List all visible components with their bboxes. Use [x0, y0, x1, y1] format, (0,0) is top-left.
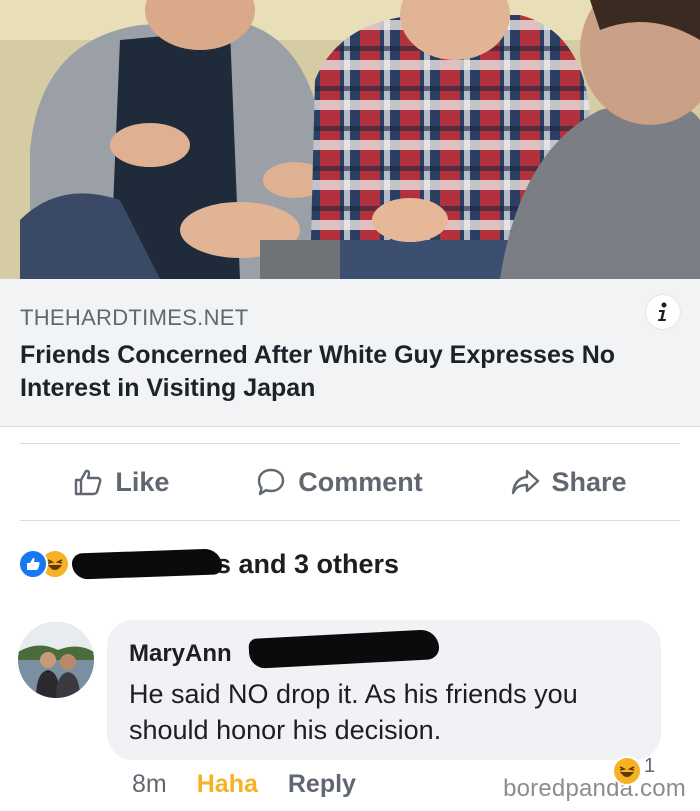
- like-reaction-icon: [18, 549, 48, 579]
- share-button[interactable]: Share: [510, 467, 627, 498]
- like-button[interactable]: Like: [73, 467, 169, 498]
- comment-meta: 8m Haha Reply: [132, 770, 356, 799]
- comment-author-name[interactable]: MaryAnn: [129, 640, 232, 667]
- comment-reply-button[interactable]: Reply: [288, 770, 356, 799]
- comment-haha-button[interactable]: Haha: [197, 770, 258, 799]
- link-preview-meta[interactable]: THEHARDTIMES.NET Friends Concerned After…: [0, 279, 700, 427]
- redacted-names: [71, 548, 223, 580]
- reaction-summary-text[interactable]: s and 3 others: [216, 549, 399, 580]
- speech-bubble-icon: [258, 468, 285, 496]
- reactions-summary[interactable]: s and 3 others: [18, 540, 678, 588]
- comment-button[interactable]: Comment: [256, 467, 423, 498]
- link-headline[interactable]: Friends Concerned After White Guy Expres…: [20, 339, 680, 405]
- thumbs-up-icon: [75, 469, 102, 496]
- comment-text: He said NO drop it. As his friends you s…: [129, 679, 578, 745]
- like-label: Like: [115, 466, 170, 497]
- comment-bubble: MaryAnn He said NO drop it. As his frien…: [107, 620, 661, 760]
- watermark: boredpanda.com: [503, 775, 686, 802]
- comment-author[interactable]: MaryAnn: [129, 629, 440, 669]
- share-arrow-icon: [511, 469, 539, 495]
- avatar[interactable]: [18, 622, 94, 698]
- redacted-author-surname: [248, 629, 440, 669]
- link-domain: THEHARDTIMES.NET: [20, 305, 249, 330]
- share-label: Share: [551, 466, 627, 497]
- photo-of-three-men-talking: [0, 0, 700, 279]
- post-action-bar: Like Comment Share: [20, 443, 680, 521]
- link-preview-image[interactable]: [0, 0, 700, 279]
- haha-reaction-icon: [612, 756, 642, 786]
- comment-timestamp[interactable]: 8m: [132, 770, 167, 799]
- comment-label: Comment: [298, 466, 423, 497]
- info-icon[interactable]: [646, 295, 680, 329]
